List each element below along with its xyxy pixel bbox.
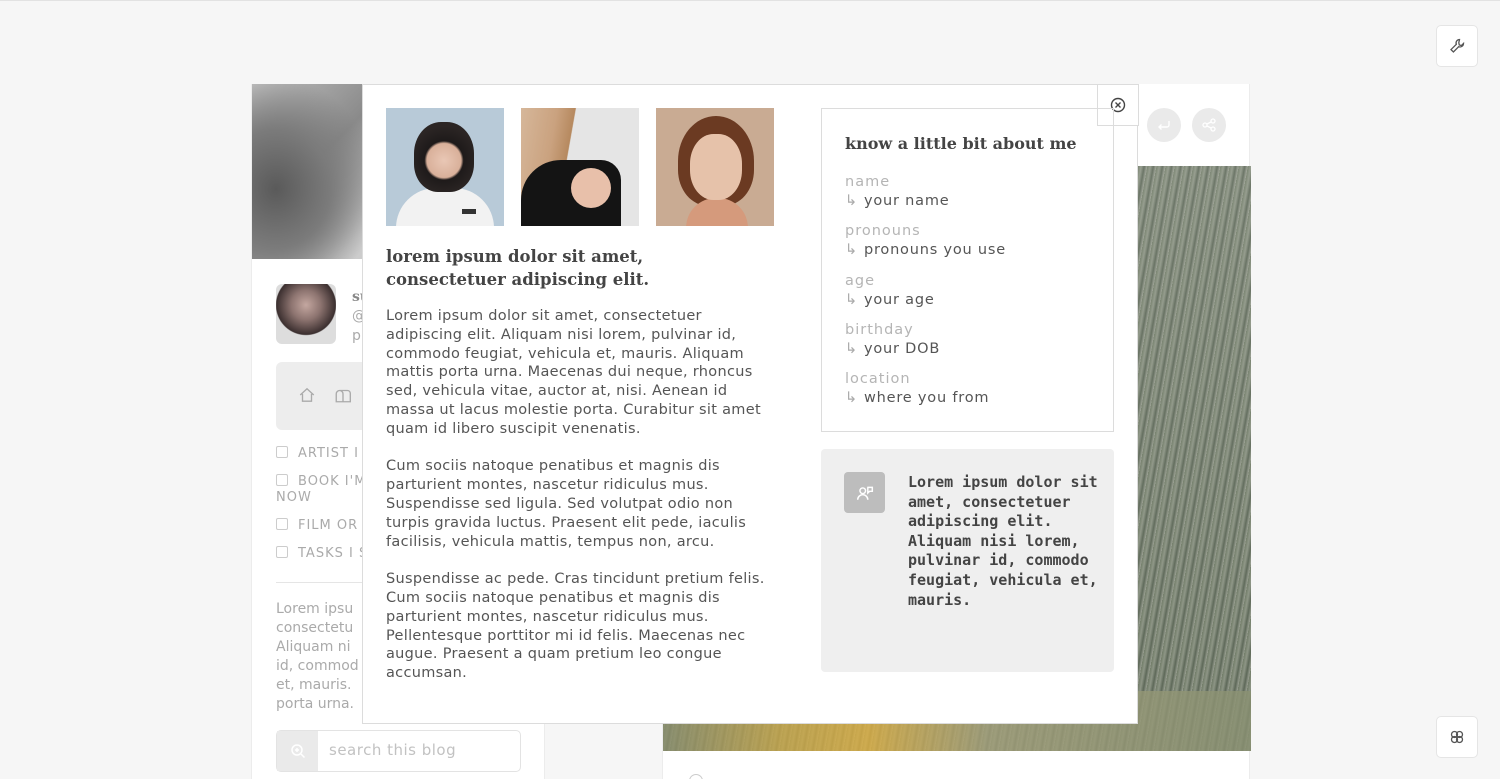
quote-badge [844, 472, 885, 513]
share-icon [1202, 118, 1216, 132]
headphones-icon [276, 446, 288, 458]
sidebar-item-label: ARTIST I [298, 446, 359, 461]
sidebar-item-book-line2: NOW [276, 490, 312, 505]
arrow-icon: ↳ [845, 292, 858, 308]
photo-thumbnail [656, 108, 774, 226]
paragraph: Suspendisse ac pede. Cras tincidunt pret… [386, 571, 765, 682]
avatar[interactable] [276, 284, 336, 344]
search-box [276, 730, 521, 772]
info-value: your age [863, 292, 935, 308]
info-item-pronouns: pronouns ↳ pronouns you use [845, 222, 1006, 260]
mailbox-icon[interactable] [334, 386, 352, 404]
sidebar-item-label: FILM OR [298, 518, 359, 533]
search-input[interactable] [329, 741, 509, 759]
info-item-location: location ↳ where you from [845, 370, 989, 408]
paragraph: Lorem ipsum dolor sit amet, consectetuer… [386, 308, 761, 437]
quote-text: Lorem ipsum dolor sit amet, consectetuer… [908, 473, 1098, 609]
info-item-age: age ↳ your age [845, 272, 935, 310]
about-me-title: know a little bit about me [845, 134, 1077, 153]
arrow-icon: ↳ [845, 193, 858, 209]
sidebar-description: Lorem ipsu consectetu Aliquam ni id, com… [276, 601, 359, 712]
share-button[interactable] [1192, 108, 1226, 142]
sidebar-item-label: TASKS I S [298, 546, 369, 561]
theme-credit-button[interactable] [1436, 716, 1478, 758]
user-chat-icon [856, 486, 873, 500]
info-item-birthday: birthday ↳ your DOB [845, 321, 940, 359]
search-button[interactable] [277, 731, 318, 771]
quote-box: Lorem ipsum dolor sit amet, consectetuer… [821, 449, 1114, 672]
reblog-icon [1158, 121, 1170, 130]
info-label: name [845, 174, 891, 190]
about-modal: lorem ipsum dolor sit amet, consectetuer… [362, 84, 1139, 724]
wrench-icon [1450, 38, 1465, 53]
arrow-icon: ↳ [845, 242, 858, 258]
book-icon [276, 474, 288, 486]
info-item-name: name ↳ your name [845, 173, 950, 211]
flower-icon [1450, 730, 1464, 744]
tv-icon [276, 518, 288, 530]
sidebar-item-tasks[interactable]: TASKS I S [276, 546, 368, 561]
photo-thumbnail [386, 108, 504, 226]
customize-button[interactable] [1436, 25, 1478, 67]
info-value: your DOB [863, 341, 941, 357]
about-me-box: know a little bit about me name ↳ your na… [821, 108, 1114, 432]
info-label: location [845, 371, 911, 387]
modal-heading: lorem ipsum dolor sit amet, consectetuer… [386, 247, 650, 289]
zoom-icon [290, 744, 305, 759]
modal-body: Lorem ipsum dolor sit amet, consectetuer… [386, 307, 776, 702]
info-label: age [845, 273, 876, 289]
post-footer-icon [689, 774, 703, 779]
info-value: where you from [863, 390, 990, 406]
blog-subtitle: p [352, 328, 361, 344]
info-label: birthday [845, 322, 914, 338]
checkbox-icon [276, 546, 288, 558]
info-value: your name [863, 193, 950, 209]
sidebar-item-film[interactable]: FILM OR [276, 518, 358, 533]
info-label: pronouns [845, 223, 921, 239]
sidebar-item-label: BOOK I'M [298, 474, 367, 489]
paragraph: Cum sociis natoque penatibus et magnis d… [386, 458, 747, 550]
sidebar-item-book[interactable]: BOOK I'M [276, 474, 366, 489]
sidebar-item-artist[interactable]: ARTIST I [276, 446, 359, 461]
info-value: pronouns you use [863, 242, 1006, 258]
photo-thumbnail [521, 108, 639, 226]
home-icon[interactable] [298, 386, 316, 404]
reblog-button[interactable] [1147, 108, 1181, 142]
arrow-icon: ↳ [845, 341, 858, 357]
top-divider [0, 0, 1500, 1]
arrow-icon: ↳ [845, 390, 858, 406]
